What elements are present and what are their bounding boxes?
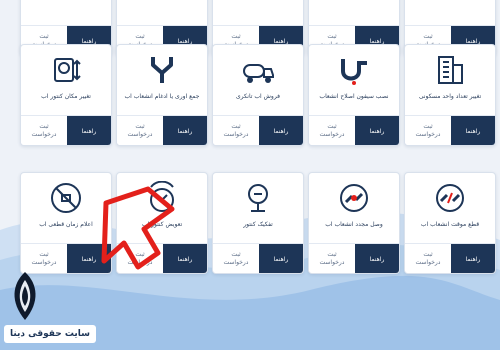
request-label-line2: درخواست xyxy=(223,259,249,266)
service-title: تفکیک کنتور xyxy=(243,221,273,228)
request-label-line1: ثبت xyxy=(327,123,337,130)
service-card-body: تفکیک کنتور xyxy=(213,173,303,245)
reconnect-icon xyxy=(340,184,368,212)
submit-request-button[interactable]: ثبتدرخواست xyxy=(213,116,259,145)
request-label-line2: درخواست xyxy=(319,259,345,266)
submit-request-button[interactable]: ثبتدرخواست xyxy=(117,116,163,145)
service-card-footer: ثبتدرخواستراهنما xyxy=(21,115,111,145)
request-label-line1: ثبت xyxy=(39,123,49,130)
service-title: وصل مجدد انشعاب آب xyxy=(325,221,383,228)
guide-button[interactable]: راهنما xyxy=(355,116,399,145)
request-label-line1: ثبت xyxy=(231,33,241,40)
service-card-body xyxy=(213,0,303,27)
guide-button[interactable]: راهنما xyxy=(451,116,495,145)
request-label-line2: درخواست xyxy=(31,131,57,138)
request-label-line2: درخواست xyxy=(223,131,249,138)
submit-request-button[interactable]: ثبتدرخواست xyxy=(213,244,259,273)
meter-split-icon xyxy=(248,184,268,212)
service-card-body: اعلام زمان قطعی آب xyxy=(21,173,111,245)
disconnect-icon xyxy=(436,184,464,212)
meter-move-icon xyxy=(54,58,81,82)
submit-request-button[interactable]: ثبتدرخواست xyxy=(309,244,355,273)
service-card-body: نصب سیفون اصلاح انشعاب xyxy=(309,45,399,117)
request-label-line1: ثبت xyxy=(327,251,337,258)
request-label-line2: درخواست xyxy=(31,259,57,266)
request-label-line1: ثبت xyxy=(423,251,433,258)
service-card-body xyxy=(21,0,111,27)
request-label-line1: ثبت xyxy=(423,123,433,130)
service-card-footer: ثبتدرخواستراهنما xyxy=(117,115,207,145)
dina-logo xyxy=(14,272,36,320)
submit-request-button[interactable]: ثبتدرخواست xyxy=(21,116,67,145)
red-arrow-annotation xyxy=(101,186,175,270)
service-title: تغییر تعداد واحد مسکونی xyxy=(418,93,482,100)
service-card-body xyxy=(117,0,207,27)
service-card-body: تغییر مکان کنتور آب xyxy=(21,45,111,117)
service-card-body: جمع آوری یا ادغام انشعاب آب xyxy=(117,45,207,117)
service-card: نصب سیفون اصلاح انشعاب ثبت درخواست راهنما xyxy=(308,44,400,146)
building-icon xyxy=(438,56,463,84)
service-card: تغییر مکان کنتور آب ثبت درخواست راهنما xyxy=(20,44,112,146)
guide-button[interactable]: راهنما xyxy=(259,244,303,273)
guide-button[interactable]: راهنما xyxy=(259,116,303,145)
service-card: قطع موقت انشعاب آب ثبت درخواست راهنما xyxy=(404,172,496,274)
request-label-line1: ثبت xyxy=(231,123,241,130)
request-label-line1: ثبت xyxy=(423,33,433,40)
service-card: فروش آب تانکری ثبت درخواست راهنما xyxy=(212,44,304,146)
service-title: قطع موقت انشعاب آب xyxy=(420,221,480,228)
request-label-line2: درخواست xyxy=(415,131,441,138)
service-card-body: تغییر تعداد واحد مسکونی xyxy=(405,45,495,117)
request-label-line2: درخواست xyxy=(319,131,345,138)
guide-button[interactable]: راهنما xyxy=(451,244,495,273)
service-card: وصل مجدد انشعاب آب ثبت درخواست راهنما xyxy=(308,172,400,274)
request-label-line1: ثبت xyxy=(39,33,49,40)
request-label-line1: ثبت xyxy=(327,33,337,40)
guide-button[interactable]: راهنما xyxy=(163,116,207,145)
guide-button[interactable]: راهنما xyxy=(67,116,111,145)
service-card-body: فروش آب تانکری xyxy=(213,45,303,117)
service-card-body: وصل مجدد انشعاب آب xyxy=(309,173,399,245)
service-title: نصب سیفون اصلاح انشعاب xyxy=(319,93,389,100)
service-card-footer: ثبتدرخواستراهنما xyxy=(405,243,495,273)
water-tanker-icon xyxy=(243,64,274,83)
service-card-footer: ثبتدرخواستراهنما xyxy=(213,115,303,145)
service-card-body: قطع موقت انشعاب آب xyxy=(405,173,495,245)
guide-button[interactable]: راهنما xyxy=(355,244,399,273)
request-label-line1: ثبت xyxy=(231,251,241,258)
service-card: اعلام زمان قطعی آب ثبت درخواست راهنما xyxy=(20,172,112,274)
pipe-merge-icon xyxy=(151,57,173,83)
service-card-footer: ثبتدرخواستراهنما xyxy=(213,243,303,273)
service-card-footer: ثبتدرخواستراهنما xyxy=(309,243,399,273)
no-water-icon xyxy=(51,183,81,213)
request-label-line2: درخواست xyxy=(127,131,153,138)
service-grid: ثبتدرخواستراهنماثبتدرخواستراهنماثبتدرخوا… xyxy=(0,0,500,350)
request-label-line1: ثبت xyxy=(135,33,145,40)
service-card-body xyxy=(405,0,495,27)
service-title: جمع آوری یا ادغام انشعاب آب xyxy=(124,93,200,100)
submit-request-button[interactable]: ثبتدرخواست xyxy=(405,244,451,273)
service-title: فروش آب تانکری xyxy=(235,93,281,100)
service-card-footer: ثبتدرخواستراهنما xyxy=(309,115,399,145)
service-card: جمع آوری یا ادغام انشعاب آب ثبت درخواست راه… xyxy=(116,44,208,146)
service-card: تغییر تعداد واحد مسکونی ثبت درخواست راهنما xyxy=(404,44,496,146)
service-card-footer: ثبتدرخواستراهنما xyxy=(21,243,111,273)
submit-request-button[interactable]: ثبتدرخواست xyxy=(405,116,451,145)
service-title: اعلام زمان قطعی آب xyxy=(39,221,93,228)
request-label-line1: ثبت xyxy=(135,123,145,130)
service-title: تغییر مکان کنتور آب xyxy=(41,93,91,100)
service-card-footer: ثبتدرخواستراهنما xyxy=(405,115,495,145)
service-card-body xyxy=(309,0,399,27)
service-card: تفکیک کنتور ثبت درخواست راهنما xyxy=(212,172,304,274)
brand-watermark: سایت حقوقی دینا xyxy=(4,325,96,343)
siphon-pipe-icon xyxy=(341,59,367,85)
request-label-line2: درخواست xyxy=(415,259,441,266)
request-label-line1: ثبت xyxy=(39,251,49,258)
submit-request-button[interactable]: ثبتدرخواست xyxy=(309,116,355,145)
